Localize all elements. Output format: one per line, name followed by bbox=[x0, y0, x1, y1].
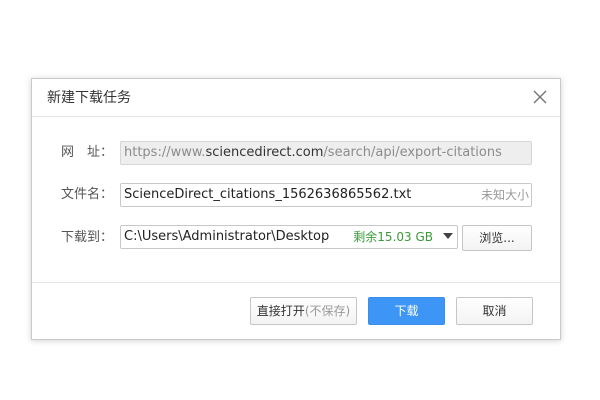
file-size-hint: 未知大小 bbox=[480, 188, 529, 202]
new-download-dialog: 新建下载任务 网 址： https://www.sciencedirect.co… bbox=[31, 78, 561, 340]
free-space-label: 剩余15.03 GB bbox=[353, 230, 433, 244]
filename-input[interactable]: ScienceDirect_citations_1562636865562.tx… bbox=[120, 183, 532, 207]
open-directly-label: 直接打开 bbox=[256, 304, 305, 318]
browse-button[interactable]: 浏览... bbox=[462, 225, 532, 251]
url-label: 网 址： bbox=[61, 145, 114, 160]
saveto-label: 下载到： bbox=[61, 230, 114, 245]
save-path-select[interactable]: C:\Users\Administrator\Desktop 剩余15.03 G… bbox=[120, 225, 458, 249]
url-field: https://www.sciencedirect.com/search/api… bbox=[120, 141, 532, 165]
footer-divider bbox=[32, 282, 560, 283]
close-icon-glyph bbox=[533, 90, 547, 104]
close-icon[interactable] bbox=[530, 87, 550, 107]
url-suffix: /search/api/export-citations bbox=[323, 145, 502, 160]
open-directly-sublabel: (不保存) bbox=[304, 304, 351, 318]
cancel-button[interactable]: 取消 bbox=[456, 297, 533, 325]
filename-value: ScienceDirect_citations_1562636865562.tx… bbox=[124, 187, 412, 202]
download-button[interactable]: 下载 bbox=[368, 297, 445, 325]
url-host: sciencedirect.com bbox=[205, 145, 324, 160]
dialog-title: 新建下载任务 bbox=[47, 90, 131, 106]
filename-label: 文件名： bbox=[61, 187, 114, 202]
dialog-titlebar: 新建下载任务 bbox=[32, 79, 560, 117]
save-path-value: C:\Users\Administrator\Desktop bbox=[124, 229, 330, 244]
open-directly-button[interactable]: 直接打开(不保存) bbox=[250, 297, 357, 325]
url-prefix: https://www. bbox=[124, 145, 206, 160]
chevron-down-icon[interactable] bbox=[443, 233, 453, 239]
